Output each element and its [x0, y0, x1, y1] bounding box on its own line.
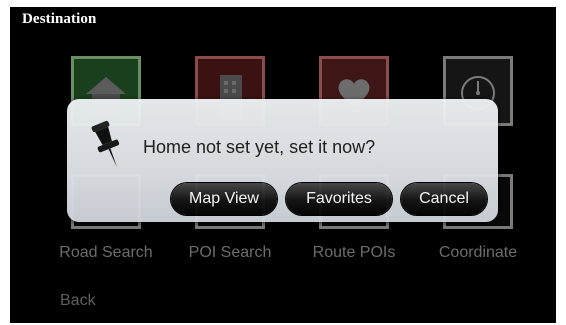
cancel-button[interactable]: Cancel — [401, 183, 487, 215]
road-search-label: Road Search — [59, 244, 153, 261]
coordinate-label: Coordinate — [438, 244, 518, 261]
back-button[interactable]: Back — [60, 292, 96, 310]
screenshot-frame: Destination Road Search POI Search Route… — [0, 0, 566, 325]
map-view-button[interactable]: Map View — [171, 183, 277, 215]
poi-search-label: POI Search — [188, 244, 272, 261]
dialog-message: Home not set yet, set it now? — [143, 137, 376, 157]
favorites-button[interactable]: Favorites — [286, 183, 392, 215]
route-pois-label: Route POIs — [312, 244, 396, 261]
screen-title: Destination — [22, 11, 97, 27]
navigation-screen: Destination Road Search POI Search Route… — [10, 7, 556, 323]
pushpin-icon — [91, 120, 120, 168]
home-not-set-dialog: Home not set yet, set it now? Map View F… — [67, 99, 498, 222]
